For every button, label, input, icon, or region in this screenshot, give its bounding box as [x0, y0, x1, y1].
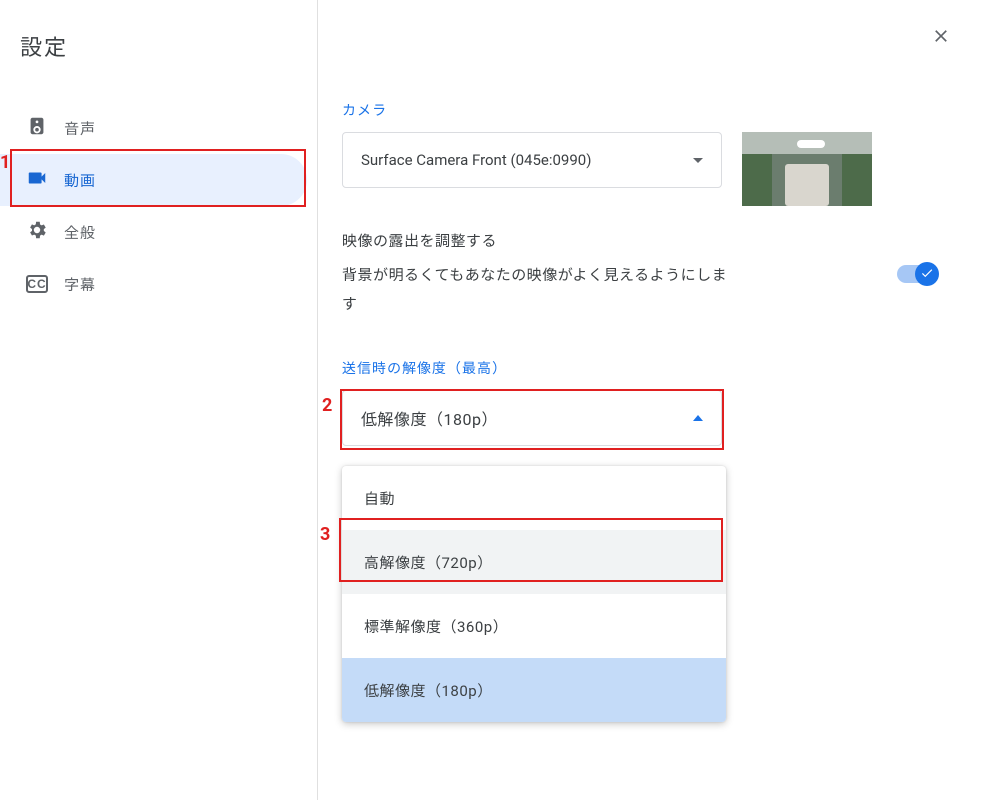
resolution-select[interactable]: 低解像度（180p）	[342, 390, 722, 446]
resolution-option-auto[interactable]: 自動	[342, 466, 726, 530]
sidebar-item-label: 動画	[64, 170, 96, 191]
exposure-toggle[interactable]	[897, 265, 937, 283]
sidebar-item-label: 音声	[64, 118, 96, 139]
toggle-knob	[915, 262, 939, 286]
resolution-dropdown: 自動 高解像度（720p） 標準解像度（360p） 低解像度（180p）	[342, 466, 726, 722]
cc-icon: CC	[26, 275, 48, 293]
camera-select[interactable]: Surface Camera Front (045e:0990)	[342, 132, 722, 188]
exposure-title: 映像の露出を調整する	[342, 230, 742, 251]
resolution-option-360p[interactable]: 標準解像度（360p）	[342, 594, 726, 658]
sidebar-item-general[interactable]: 全般	[0, 206, 307, 258]
sidebar-item-audio[interactable]: 音声	[0, 102, 307, 154]
option-label: 自動	[364, 488, 395, 509]
camera-section-label: カメラ	[342, 100, 937, 120]
sidebar: 設定 音声 動画 全般 CC 字幕	[0, 0, 318, 800]
camera-preview	[742, 132, 872, 206]
settings-title: 設定	[0, 20, 317, 102]
check-icon	[920, 265, 934, 284]
camera-select-value: Surface Camera Front (045e:0990)	[361, 151, 591, 169]
sidebar-item-captions[interactable]: CC 字幕	[0, 258, 307, 310]
gear-icon	[26, 219, 48, 245]
exposure-description: 背景が明るくてもあなたの映像がよく見えるようにします	[342, 261, 742, 318]
option-label: 低解像度（180p）	[364, 680, 493, 701]
camera-icon	[26, 167, 48, 193]
option-label: 標準解像度（360p）	[364, 616, 508, 637]
chevron-down-icon	[693, 158, 703, 163]
resolution-select-value: 低解像度（180p）	[361, 406, 498, 430]
sidebar-item-label: 字幕	[64, 274, 96, 295]
sidebar-item-video[interactable]: 動画	[0, 154, 307, 206]
resolution-section-label: 送信時の解像度（最高）	[342, 358, 937, 378]
speaker-icon	[26, 115, 48, 141]
option-label: 高解像度（720p）	[364, 552, 493, 573]
content-panel: カメラ Surface Camera Front (045e:0990) 映像の…	[318, 0, 983, 800]
resolution-option-180p[interactable]: 低解像度（180p）	[342, 658, 726, 722]
chevron-up-icon	[693, 415, 703, 421]
sidebar-item-label: 全般	[64, 222, 96, 243]
resolution-option-720p[interactable]: 高解像度（720p）	[342, 530, 726, 594]
